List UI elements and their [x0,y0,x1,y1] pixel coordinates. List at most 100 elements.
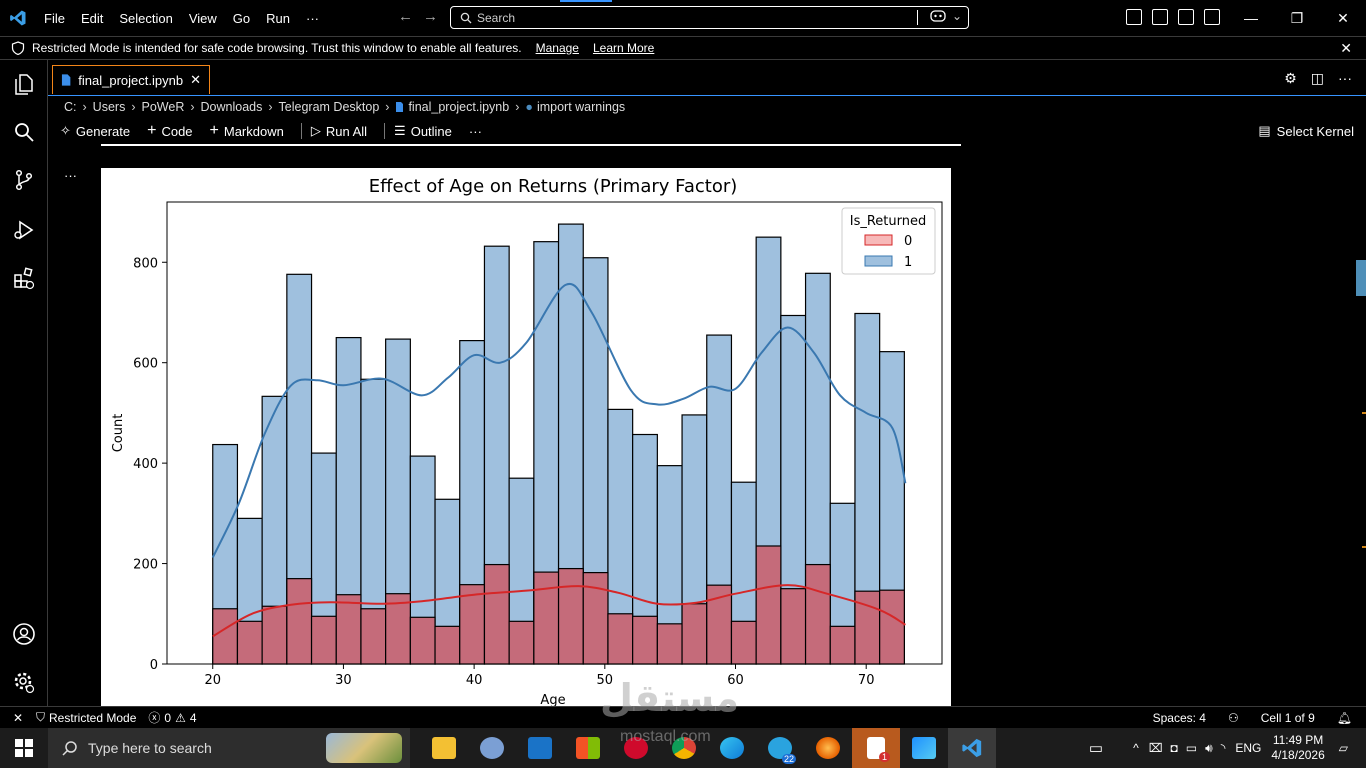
explorer-icon[interactable] [12,72,36,96]
tab-actions: ⚙ ◫ ··· [1284,70,1352,87]
bar-series-0 [434,625,461,665]
generate-button[interactable]: ✧ Generate [60,123,130,139]
telegram-app[interactable]: 22 [756,728,804,768]
breadcrumb-cell[interactable]: import warnings [537,100,625,114]
menu-more[interactable]: ··· [298,11,327,26]
cell-status[interactable]: Cell 1 of 9 [1261,711,1315,725]
editor-scrollbar-thumb[interactable] [1356,260,1366,296]
menu-edit[interactable]: Edit [73,11,111,26]
breadcrumb-drive[interactable]: C: [64,100,77,114]
chevron-up-icon[interactable]: ^ [1133,741,1139,755]
plus-icon: + [147,122,157,139]
menu-file[interactable]: File [36,11,73,26]
network-off-icon[interactable]: ⌧ [1149,741,1163,755]
copilot-status-icon[interactable]: ⚇ [1228,711,1239,725]
add-markdown-button[interactable]: + Markdown [210,122,284,140]
close-icon[interactable]: ✕ [1340,40,1352,57]
taskbar-search[interactable]: Type here to search [48,728,410,768]
search-icon[interactable] [12,120,36,144]
search-icon [460,12,472,23]
breadcrumb-power[interactable]: PoWeR [142,100,185,114]
store-app[interactable] [564,728,612,768]
photos-app[interactable] [900,728,948,768]
problems-status[interactable]: ⓧ 0 ⚠ 4 [148,709,196,726]
source-control-icon[interactable] [12,168,36,192]
firefox-app[interactable] [804,728,852,768]
copilot-button[interactable]: ⌄ [930,9,962,23]
vscode-app[interactable] [948,728,996,768]
tab-label: final_project.ipynb [78,72,184,88]
meet-icon[interactable]: ◘ [1171,741,1178,755]
language-indicator[interactable]: ENG [1235,741,1261,755]
menu-selection[interactable]: Selection [111,11,180,26]
extensions-icon[interactable] [12,266,36,290]
run-debug-icon[interactable] [12,218,36,242]
menu-go[interactable]: Go [225,11,258,26]
edge-app[interactable] [708,728,756,768]
remote-icon[interactable]: ✕ [0,711,36,725]
cell-more-button[interactable]: ··· [64,168,77,183]
vscode-logo-icon[interactable] [0,0,36,36]
task-view-icon[interactable]: ▭ [1089,739,1103,757]
breadcrumb-file[interactable]: final_project.ipynb [408,100,509,114]
volume-icon[interactable]: 🔊︎ [1205,741,1213,756]
bar-series-0 [409,616,436,665]
tab-close-icon[interactable]: ✕ [190,72,201,88]
error-icon: ⓧ [148,711,161,725]
restricted-mode-status[interactable]: ⛉ Restricted Mode [36,710,136,725]
settings-gear-icon[interactable]: ⚙ [1284,70,1297,87]
split-editor-icon[interactable]: ◫ [1311,70,1324,87]
breadcrumb-downloads[interactable]: Downloads [201,100,263,114]
errors-count: 0 [164,710,172,725]
minimize-icon[interactable]: — [1228,0,1274,36]
select-kernel-button[interactable]: ▤ Select Kernel [1258,123,1354,139]
chevron-right-icon: › [190,100,195,114]
manage-link[interactable]: Manage [536,41,579,55]
toolbar-more-button[interactable]: ··· [469,124,482,139]
windows-start-icon[interactable] [0,728,48,768]
restore-icon[interactable]: ❐ [1274,0,1320,36]
notes-app[interactable]: 1 [852,728,900,768]
toggle-secondary-sidebar-icon[interactable] [1204,9,1220,25]
notifications-icon[interactable]: 🔔︎ [1337,711,1352,725]
customize-layout-icon[interactable] [1126,9,1142,25]
run-all-button[interactable]: ▷ Run All [311,123,367,139]
bar-series-0 [607,613,634,665]
breadcrumb-users[interactable]: Users [93,100,126,114]
r-app[interactable] [468,728,516,768]
close-window-icon[interactable]: ✕ [1320,0,1366,36]
toggle-panel-icon[interactable] [1178,9,1194,25]
tab-final-project[interactable]: final_project.ipynb ✕ [52,65,210,94]
bar-series-0 [755,545,782,665]
account-icon[interactable] [12,622,36,646]
menu-run[interactable]: Run [258,11,298,26]
breadcrumb-telegram[interactable]: Telegram Desktop [279,100,380,114]
file-explorer-app[interactable] [420,728,468,768]
restricted-label: Restricted Mode [49,710,137,725]
gear-icon[interactable] [12,670,36,694]
outline-button[interactable]: ☰ Outline [394,123,452,139]
learn-more-link[interactable]: Learn More [593,41,654,55]
run-all-label: Run All [325,123,368,139]
y-axis-ticks: 0 200 400 600 800 [133,256,167,673]
bar-series-0 [236,620,263,665]
menu-view[interactable]: View [181,11,225,26]
add-code-button[interactable]: + Code [147,122,192,140]
toggle-primary-sidebar-icon[interactable] [1152,9,1168,25]
more-actions-icon[interactable]: ··· [1338,70,1352,87]
forward-arrow-icon[interactable]: → [423,8,438,25]
run-all-icon: ▷ [310,123,321,138]
clock[interactable]: 11:49 PM 4/18/2026 [1271,733,1324,763]
notification-center-icon[interactable]: ▱ [1339,741,1348,755]
wifi-icon[interactable]: ◝ [1221,741,1226,755]
sparkle-icon: ✧ [60,123,71,138]
spaces-status[interactable]: Spaces: 4 [1153,711,1206,725]
bar-series-0 [212,608,239,665]
command-search-box[interactable]: Search ⌄ [450,6,969,29]
back-arrow-icon[interactable]: ← [398,8,413,25]
outlook-app[interactable] [516,728,564,768]
legend-label-0: 0 [904,234,912,249]
layout-controls [1126,9,1220,25]
battery-icon[interactable]: ▭ [1186,741,1197,755]
bar-series-0 [286,578,313,665]
